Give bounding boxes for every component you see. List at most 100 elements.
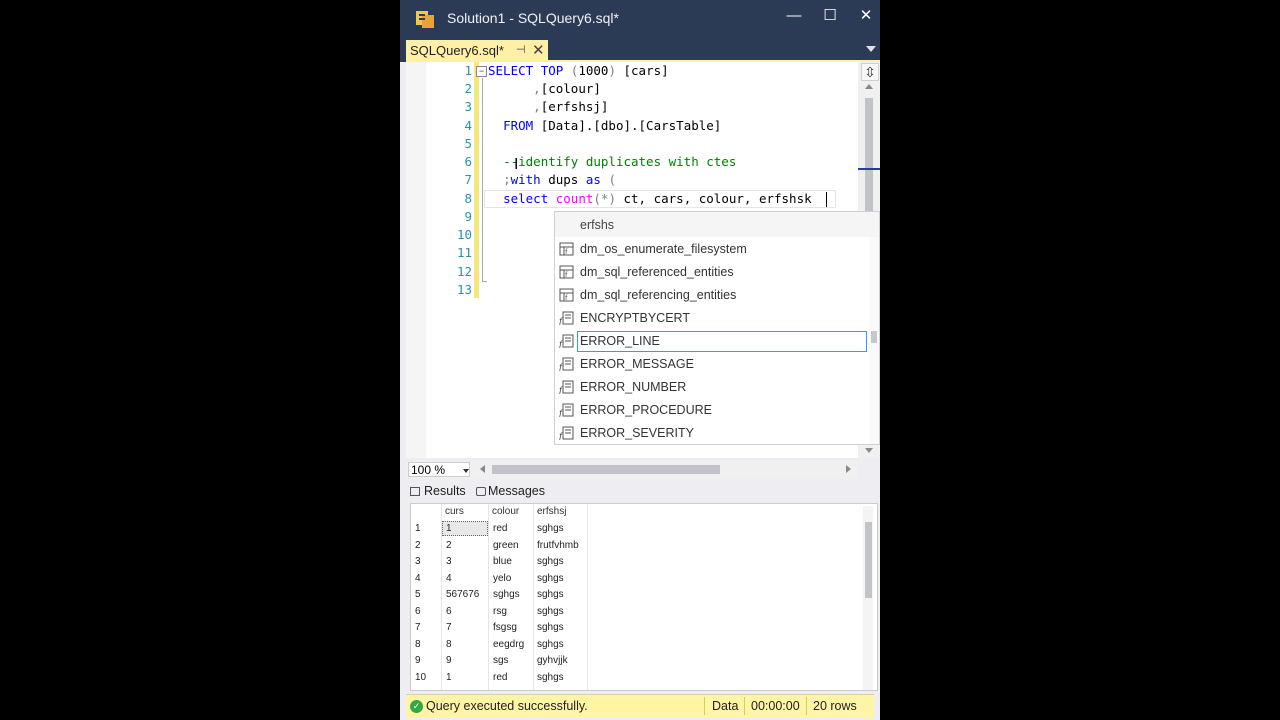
results-scrollbar-thumb[interactable] (865, 522, 872, 598)
tab-sqlquery6[interactable]: SQLQuery6.sql* ⊣ ✕ (406, 40, 548, 62)
table-function-icon: f (559, 265, 574, 279)
status-bar: ✓ Query executed successfully. Data 00:0… (406, 694, 874, 718)
line-number: 8 (464, 191, 472, 206)
scalar-function-icon: f (559, 311, 574, 325)
zoom-scroll-bar: 100 % (406, 461, 858, 479)
code-line-2: ,[colour] (533, 81, 601, 96)
split-view-icon[interactable]: ⇳ (861, 63, 879, 81)
tab-label: SQLQuery6.sql* (410, 43, 504, 58)
table-function-icon: f (559, 288, 574, 302)
scroll-up-icon[interactable] (865, 84, 873, 89)
line-number: 7 (464, 172, 472, 187)
completion-item-label: dm_sql_referenced_entities (580, 265, 734, 279)
results-grid[interactable]: curs colour erfshsj 1 1 red sghgs 2 2 green fr… (410, 503, 878, 691)
line-number: 3 (464, 99, 472, 114)
code-line-1: SELECT TOP (1000) [cars] (488, 63, 669, 78)
intellisense-filter-text: erfshs (580, 218, 615, 232)
zoom-select[interactable]: 100 % (408, 462, 470, 477)
scroll-left-icon[interactable] (480, 465, 485, 473)
tab-dropdown-icon[interactable] (866, 46, 876, 52)
line-number: 2 (464, 81, 472, 96)
scalar-function-icon: f (559, 357, 574, 371)
completion-item[interactable]: f ERROR_PROCEDURE (555, 399, 871, 422)
grid-column-divider (533, 504, 534, 690)
completion-item[interactable]: f ERROR_NUMBER (555, 376, 871, 399)
outline-line (482, 78, 483, 282)
completion-item[interactable]: f dm_os_enumerate_filesystem (555, 238, 871, 261)
line-number: 4 (464, 118, 472, 133)
completion-item[interactable]: f dm_sql_referencing_entities (555, 284, 871, 307)
line-number: 12 (456, 264, 472, 279)
caret-position-marker (858, 168, 880, 170)
ibeam-cursor-icon: I (514, 156, 519, 173)
scroll-down-icon[interactable] (865, 448, 873, 453)
window-title: Solution1 - SQLQuery6.sql* (447, 10, 619, 26)
change-tracking-bar (474, 62, 479, 298)
tab-close-icon[interactable]: ✕ (532, 41, 545, 59)
column-header[interactable]: curs (445, 506, 464, 517)
text-caret (826, 192, 827, 207)
document-tab-strip: SQLQuery6.sql* ⊣ ✕ (400, 38, 880, 62)
completion-item-label: ENCRYPTBYCERT (580, 311, 690, 325)
status-elapsed: 00:00:00 (751, 699, 800, 713)
completion-item-label: ERROR_MESSAGE (580, 357, 694, 371)
line-number: 6 (464, 154, 472, 169)
completion-item-label: ERROR_PROCEDURE (580, 403, 712, 417)
completion-item-label: ERROR_LINE (580, 334, 660, 348)
status-divider (704, 697, 705, 715)
grid-column-divider (587, 504, 588, 690)
intellisense-filter-bar: erfshs (555, 212, 879, 237)
line-number: 11 (456, 245, 472, 260)
completion-item[interactable]: f ERROR_SEVERITY (555, 422, 871, 445)
scalar-function-icon: f (559, 334, 574, 348)
completion-item[interactable]: f ERROR_LINE (555, 330, 871, 353)
chevron-down-icon[interactable] (463, 469, 469, 473)
grid-icon (410, 487, 420, 496)
line-number: 10 (456, 227, 472, 242)
code-line-8: select count(*) ct, cars, colour, erfshs… (503, 191, 812, 206)
title-bar: Solution1 - SQLQuery6.sql* — ☐ ✕ (400, 0, 880, 38)
status-message: Query executed successfully. (426, 699, 588, 713)
status-divider (744, 697, 745, 715)
maximize-button[interactable]: ☐ (818, 6, 842, 26)
success-check-icon: ✓ (410, 700, 423, 713)
code-line-6: --identify duplicates with ctes (503, 154, 737, 169)
editor-margin (406, 62, 426, 458)
status-divider (806, 697, 807, 715)
column-header[interactable]: erfshsj (537, 506, 566, 517)
results-vertical-scrollbar[interactable] (863, 506, 873, 690)
line-number: 13 (456, 282, 472, 297)
completion-item[interactable]: f ERROR_MESSAGE (555, 353, 871, 376)
pin-icon[interactable]: ⊣ (516, 43, 526, 56)
results-tabs: Results Messages (406, 481, 878, 503)
tab-messages[interactable]: Messages (488, 484, 545, 498)
status-row-count: 20 rows (813, 699, 857, 713)
intellisense-scrollbar[interactable] (869, 237, 879, 444)
close-window-button[interactable]: ✕ (854, 6, 878, 26)
line-number: 5 (464, 136, 472, 151)
code-line-7: ;with dups as ( (503, 172, 616, 187)
grid-column-divider (488, 504, 489, 690)
code-line-3: ,[erfshsj] (533, 99, 609, 114)
horizontal-scrollbar-thumb[interactable] (492, 465, 720, 474)
results-pane: Results Messages curs colour erfshsj 11r… (406, 481, 878, 693)
ssms-app-icon (416, 11, 434, 28)
completion-item-label: dm_sql_referencing_entities (580, 288, 737, 302)
column-header[interactable]: colour (492, 506, 519, 517)
outline-end (482, 281, 487, 282)
scalar-function-icon: f (559, 380, 574, 394)
completion-item-label: ERROR_SEVERITY (580, 426, 694, 440)
completion-item[interactable]: f ENCRYPTBYCERT (555, 307, 871, 330)
intellisense-popup[interactable]: erfshs f dm_os_enumerate_filesystem f dm_sq… (554, 211, 880, 445)
intellisense-scrollbar-thumb[interactable] (871, 331, 877, 343)
scalar-function-icon: f (559, 426, 574, 440)
zoom-value: 100 % (411, 463, 446, 477)
collapse-icon[interactable]: − (476, 66, 487, 77)
tab-results[interactable]: Results (424, 484, 466, 498)
completion-item[interactable]: f dm_sql_referenced_entities (555, 261, 871, 284)
minimize-button[interactable]: — (782, 6, 806, 26)
table-function-icon: f (559, 242, 574, 256)
code-line-4: FROM [Data].[dbo].[CarsTable] (503, 118, 722, 133)
scroll-right-icon[interactable] (846, 465, 851, 473)
messages-icon (476, 487, 486, 496)
